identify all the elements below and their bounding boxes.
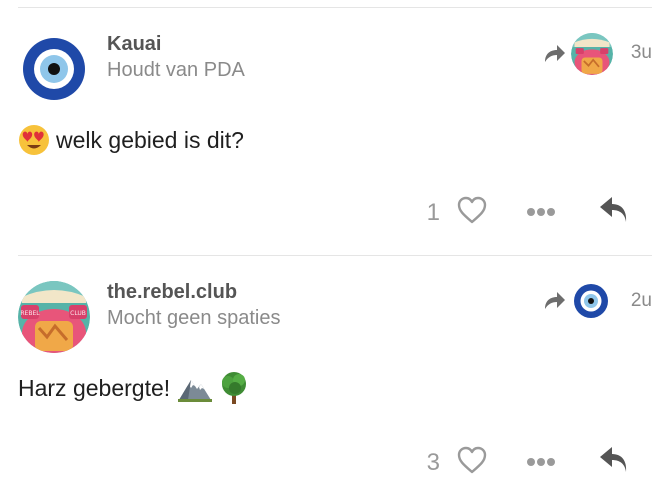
post-date[interactable]: 2u bbox=[631, 290, 652, 312]
reply-to-avatar bbox=[571, 33, 613, 75]
post-content: welk gebied is dit? bbox=[18, 124, 244, 156]
top-divider bbox=[18, 7, 652, 8]
like-heart-icon[interactable] bbox=[456, 196, 488, 229]
username[interactable]: Kauai bbox=[107, 33, 161, 56]
rebel-club-avatar-icon: REBEL CLUB bbox=[18, 281, 90, 353]
reply-icon[interactable] bbox=[598, 447, 628, 478]
like-heart-icon[interactable] bbox=[456, 446, 488, 479]
rebel-club-avatar-icon bbox=[571, 33, 613, 75]
reply-arrow-icon bbox=[543, 290, 567, 312]
like-count[interactable]: 1 bbox=[418, 199, 440, 227]
reply-to-tab[interactable] bbox=[543, 33, 613, 75]
post-content: Harz gebergte! bbox=[18, 371, 250, 405]
nazar-eye-avatar-icon bbox=[18, 33, 90, 105]
post-text: Harz gebergte! bbox=[18, 374, 171, 401]
mountain-emoji-icon bbox=[178, 372, 213, 404]
more-options-icon[interactable] bbox=[526, 454, 556, 472]
user-avatar[interactable]: REBEL CLUB bbox=[18, 281, 90, 353]
post-date[interactable]: 3u bbox=[631, 42, 652, 64]
nazar-eye-avatar-icon bbox=[573, 283, 609, 319]
heart-eyes-emoji-icon bbox=[18, 124, 50, 156]
like-count[interactable]: 3 bbox=[418, 449, 440, 477]
username[interactable]: the.rebel.club bbox=[107, 281, 237, 304]
reply-icon[interactable] bbox=[598, 197, 628, 228]
user-title: Mocht geen spaties bbox=[107, 307, 281, 329]
reply-to-tab[interactable] bbox=[543, 283, 609, 319]
reply-arrow-icon bbox=[543, 43, 567, 65]
post-actions: 1 bbox=[418, 196, 628, 229]
reply-to-avatar bbox=[573, 283, 609, 319]
deciduous-tree-emoji-icon bbox=[218, 371, 250, 405]
post-divider bbox=[18, 255, 652, 256]
avatar-label-right: CLUB bbox=[70, 310, 86, 317]
post-actions: 3 bbox=[418, 446, 628, 479]
post-text: welk gebied is dit? bbox=[56, 126, 244, 153]
more-options-icon[interactable] bbox=[526, 204, 556, 222]
user-avatar[interactable] bbox=[18, 33, 90, 105]
user-title: Houdt van PDA bbox=[107, 59, 245, 81]
avatar-label-left: REBEL bbox=[20, 310, 40, 317]
